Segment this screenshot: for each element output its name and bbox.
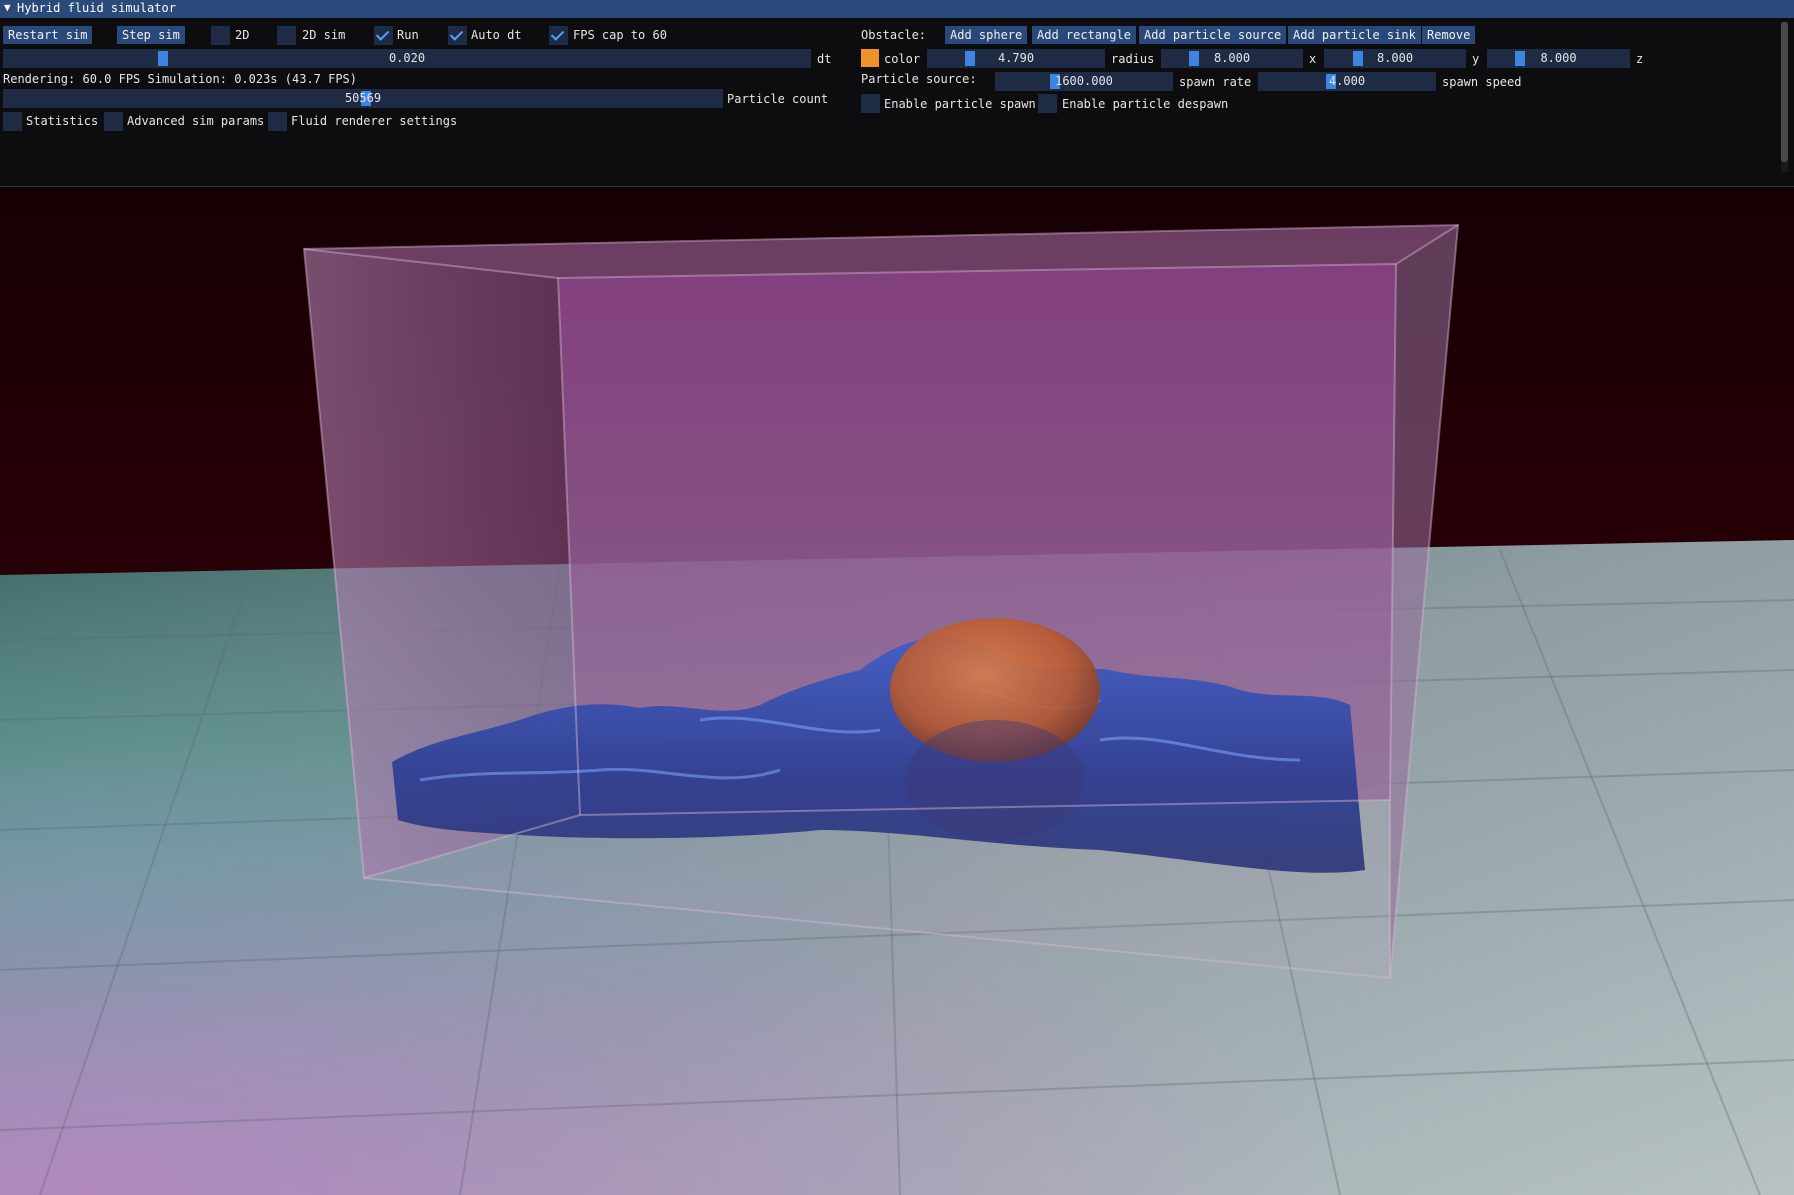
hybrid-fluid-simulator-window: ▼ Hybrid fluid simulator Restart sim Ste… [0, 0, 1794, 187]
particle-count-slider[interactable]: 50569 [3, 89, 723, 108]
checkbox-2d-sim[interactable] [277, 26, 296, 45]
checkbox-2d[interactable] [211, 26, 230, 45]
particle-source-label: Particle source: [861, 72, 977, 86]
spawn-speed-label: spawn speed [1442, 75, 1522, 89]
x-label: x [1309, 52, 1317, 66]
dt-value: 0.020 [388, 51, 426, 65]
panel-scrollbar[interactable] [1781, 22, 1788, 172]
y-value: 8.000 [1376, 51, 1414, 65]
spawn-speed-value: 4.000 [1328, 74, 1366, 88]
z-label: z [1636, 52, 1644, 66]
restart-sim-button[interactable]: Restart sim [3, 26, 93, 44]
obstacle-color-swatch[interactable] [861, 49, 879, 67]
obstacle-label: Obstacle: [861, 28, 927, 42]
checkbox-fluid-renderer-settings[interactable] [268, 112, 287, 131]
radius-slider[interactable]: 4.790 [927, 49, 1105, 68]
spawn-speed-slider[interactable]: 4.000 [1258, 72, 1436, 91]
x-value: 8.000 [1213, 51, 1251, 65]
enable-particle-despawn-label: Enable particle despawn [1062, 97, 1229, 111]
checkbox-advanced-sim-params[interactable] [104, 112, 123, 131]
checkbox-auto-dt[interactable] [448, 26, 467, 45]
particle-count-label: Particle count [727, 92, 829, 106]
enable-particle-spawn-label: Enable particle spawn [884, 97, 1036, 111]
fluid-renderer-settings-label: Fluid renderer settings [291, 114, 458, 128]
window-titlebar[interactable]: ▼ Hybrid fluid simulator [0, 0, 1794, 18]
performance-status: Rendering: 60.0 FPS Simulation: 0.023s (… [3, 72, 358, 86]
spawn-rate-label: spawn rate [1179, 75, 1252, 89]
advanced-sim-params-label: Advanced sim params [127, 114, 265, 128]
add-particle-sink-button[interactable]: Add particle sink [1288, 26, 1421, 44]
panel-scrollbar-thumb[interactable] [1781, 22, 1788, 162]
y-label: y [1472, 52, 1480, 66]
window-title: Hybrid fluid simulator [17, 1, 176, 15]
dt-label: dt [817, 52, 832, 66]
statistics-label: Statistics [26, 114, 99, 128]
add-sphere-button[interactable]: Add sphere [945, 26, 1028, 44]
z-value: 8.000 [1540, 51, 1577, 65]
checkbox-enable-particle-despawn[interactable] [1038, 94, 1057, 113]
checkbox-fps-cap[interactable] [549, 26, 568, 45]
checkbox-auto-dt-label: Auto dt [471, 28, 522, 42]
remove-button[interactable]: Remove [1422, 26, 1476, 44]
x-slider[interactable]: 8.000 [1161, 49, 1303, 68]
add-rectangle-button[interactable]: Add rectangle [1032, 26, 1136, 44]
particle-count-value: 50569 [344, 91, 382, 105]
obstacle-color-label: color [884, 52, 921, 66]
spawn-rate-slider[interactable]: 1600.000 [995, 72, 1173, 91]
z-slider[interactable]: 8.000 [1487, 49, 1630, 68]
spawn-rate-value: 1600.000 [1055, 74, 1113, 88]
collapse-arrow-icon[interactable]: ▼ [4, 1, 11, 14]
y-slider[interactable]: 8.000 [1324, 49, 1466, 68]
checkbox-enable-particle-spawn[interactable] [861, 94, 880, 113]
checkbox-fps-cap-label: FPS cap to 60 [573, 28, 667, 42]
dt-slider[interactable]: 0.020 [3, 49, 811, 68]
radius-label: radius [1111, 52, 1155, 66]
checkbox-run-label: Run [397, 28, 419, 42]
checkbox-2d-label: 2D [235, 28, 250, 42]
checkbox-run[interactable] [374, 26, 393, 45]
step-sim-button[interactable]: Step sim [117, 26, 185, 44]
add-particle-source-button[interactable]: Add particle source [1139, 26, 1287, 44]
checkbox-2d-sim-label: 2D sim [302, 28, 346, 42]
radius-value: 4.790 [997, 51, 1035, 65]
checkbox-statistics[interactable] [3, 112, 22, 131]
